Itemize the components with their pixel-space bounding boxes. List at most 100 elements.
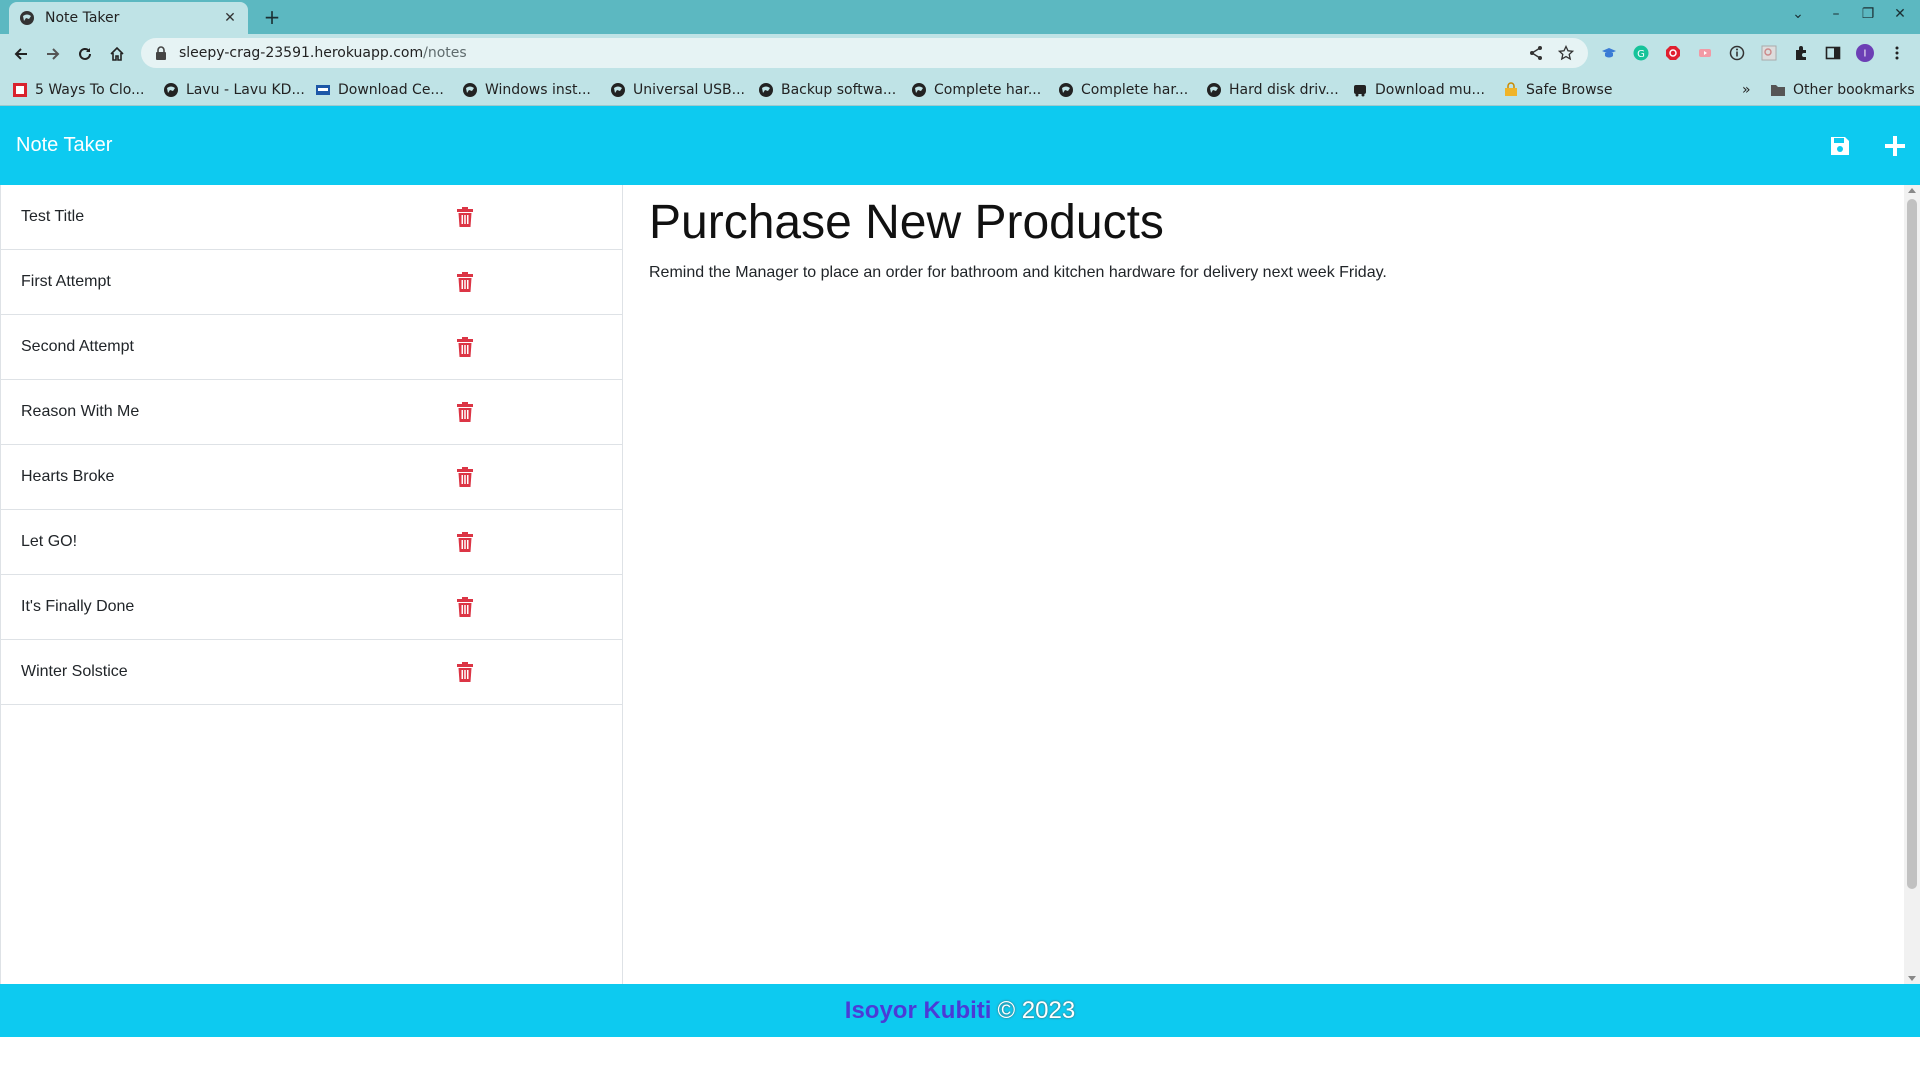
close-window-icon[interactable]: ✕ — [1890, 6, 1910, 22]
delete-note-icon[interactable] — [456, 337, 474, 357]
note-editor: Purchase New Products Remind the Manager… — [624, 185, 1904, 984]
tab-search-icon[interactable]: ⌄ — [1788, 6, 1808, 22]
save-note-icon[interactable] — [1826, 132, 1854, 160]
video-downloader-icon[interactable] — [1696, 44, 1714, 62]
bookmark-item[interactable]: Safe Browse — [1503, 79, 1612, 101]
note-title-input[interactable]: Purchase New Products — [649, 195, 1849, 250]
puzzle-extensions-icon[interactable] — [1792, 44, 1810, 62]
star-icon[interactable] — [1558, 45, 1574, 61]
globe-icon — [912, 83, 926, 97]
folder-icon — [1771, 85, 1785, 96]
bookmark-item[interactable]: Complete har... — [911, 79, 1041, 101]
footer-author: Isoyor Kubiti — [844, 996, 992, 1024]
note-list-item[interactable]: Test Title — [1, 185, 622, 250]
reload-icon — [79, 47, 91, 60]
note-list-item[interactable]: Reason With Me — [1, 380, 622, 445]
grammarly-icon[interactable]: G — [1632, 44, 1650, 62]
profile-avatar[interactable]: I — [1856, 44, 1874, 62]
side-panel-icon[interactable] — [1824, 44, 1842, 62]
delete-note-icon[interactable] — [456, 272, 474, 292]
app-navbar: Note Taker — [0, 106, 1920, 185]
tab-title: Note Taker — [45, 10, 120, 26]
home-button[interactable] — [106, 43, 128, 65]
kebab-menu-icon[interactable] — [1888, 44, 1906, 62]
minimize-icon[interactable]: – — [1826, 6, 1846, 22]
restore-icon[interactable]: ❐ — [1858, 6, 1878, 22]
back-arrow-icon — [14, 48, 27, 60]
svg-text:I: I — [1864, 49, 1867, 60]
bookmarks-overflow-icon[interactable]: » — [1742, 79, 1751, 101]
bookmark-label: Download mu... — [1375, 82, 1485, 98]
scroll-up-icon[interactable] — [1908, 188, 1916, 193]
page-scrollbar[interactable] — [1904, 185, 1920, 984]
globe-icon — [164, 83, 178, 97]
bookmark-item[interactable]: Download mu... — [1352, 79, 1485, 101]
footer-copyright: © 2023 — [997, 996, 1076, 1024]
new-tab-button[interactable]: + — [260, 5, 284, 29]
bookmark-item[interactable]: Windows inst... — [462, 79, 591, 101]
search-extension-icon[interactable] — [1760, 44, 1778, 62]
delete-note-icon[interactable] — [456, 532, 474, 552]
bookmark-item[interactable]: 5 Ways To Clo... — [12, 79, 144, 101]
url-text: sleepy-crag-23591.herokuapp.com/notes — [179, 45, 467, 61]
bookmark-label: Lavu - Lavu KD... — [186, 82, 305, 98]
notes-list: Test Title First Attempt Second Attempt Rea… — [0, 185, 623, 984]
note-list-item[interactable]: First Attempt — [1, 250, 622, 315]
browser-tab[interactable]: Note Taker ✕ — [9, 2, 248, 34]
red-square-icon — [13, 83, 27, 97]
delete-note-icon[interactable] — [456, 597, 474, 617]
globe-icon — [1207, 83, 1221, 97]
back-button[interactable] — [10, 43, 32, 65]
note-list-item[interactable]: It's Finally Done — [1, 575, 622, 640]
other-bookmarks-folder[interactable]: Other bookmarks — [1770, 79, 1915, 101]
note-textarea[interactable]: Remind the Manager to place an order for… — [649, 264, 1849, 282]
bookmark-label: Hard disk driv... — [1229, 82, 1339, 98]
scroll-down-icon[interactable] — [1908, 976, 1916, 981]
bookmark-item[interactable]: Download Ce... — [315, 79, 444, 101]
address-bar[interactable]: sleepy-crag-23591.herokuapp.com/notes — [141, 38, 1588, 68]
note-item-title: Second Attempt — [21, 338, 134, 355]
note-item-title: It's Finally Done — [21, 598, 135, 615]
scrollbar-thumb[interactable] — [1907, 199, 1917, 889]
bookmark-label: Universal USB... — [633, 82, 745, 98]
extension-graduation-icon[interactable] — [1600, 44, 1618, 62]
close-tab-icon[interactable]: ✕ — [222, 10, 238, 26]
globe-icon — [20, 11, 34, 25]
bookmark-item[interactable]: Backup softwa... — [758, 79, 896, 101]
delete-note-icon[interactable] — [456, 207, 474, 227]
share-icon[interactable] — [1528, 45, 1544, 61]
bookmark-item[interactable]: Hard disk driv... — [1206, 79, 1339, 101]
browser-toolbar: sleepy-crag-23591.herokuapp.com/notes G … — [0, 34, 1920, 73]
bookmark-item[interactable]: Complete har... — [1058, 79, 1188, 101]
forward-arrow-icon — [47, 48, 60, 60]
bookmark-item[interactable]: Universal USB... — [610, 79, 745, 101]
home-icon — [110, 46, 124, 61]
delete-note-icon[interactable] — [456, 402, 474, 422]
adblock-icon[interactable] — [1664, 44, 1682, 62]
bookmark-item[interactable]: Lavu - Lavu KD... — [163, 79, 305, 101]
app-brand[interactable]: Note Taker — [16, 134, 112, 157]
globe-icon — [463, 83, 477, 97]
new-note-icon[interactable] — [1881, 132, 1909, 160]
reload-button[interactable] — [74, 43, 96, 65]
info-extension-icon[interactable] — [1728, 44, 1746, 62]
delete-note-icon[interactable] — [456, 662, 474, 682]
bookmark-label: Complete har... — [1081, 82, 1189, 98]
note-list-item[interactable]: Winter Solstice — [1, 640, 622, 705]
note-list-item[interactable]: Let GO! — [1, 510, 622, 575]
delete-note-icon[interactable] — [456, 467, 474, 487]
forward-button[interactable] — [42, 43, 64, 65]
globe-icon — [759, 83, 773, 97]
note-list-item[interactable]: Second Attempt — [1, 315, 622, 380]
browser-tab-strip: Note Taker ✕ + ⌄ – ❐ ✕ — [0, 0, 1920, 34]
note-item-title: Test Title — [21, 208, 85, 225]
note-item-title: Let GO! — [21, 533, 78, 550]
note-list-item[interactable]: Hearts Broke — [1, 445, 622, 510]
bookmarks-bar: » Other bookmarks 5 Ways To Clo... Lavu -… — [0, 73, 1920, 106]
bookmark-label: Windows inst... — [485, 82, 591, 98]
lock-folder-icon — [1505, 82, 1517, 96]
lock-icon — [156, 46, 166, 60]
app-footer: Isoyor Kubiti © 2023 — [0, 984, 1920, 1037]
bus-icon — [1354, 85, 1366, 97]
bookmark-label: Complete har... — [934, 82, 1042, 98]
